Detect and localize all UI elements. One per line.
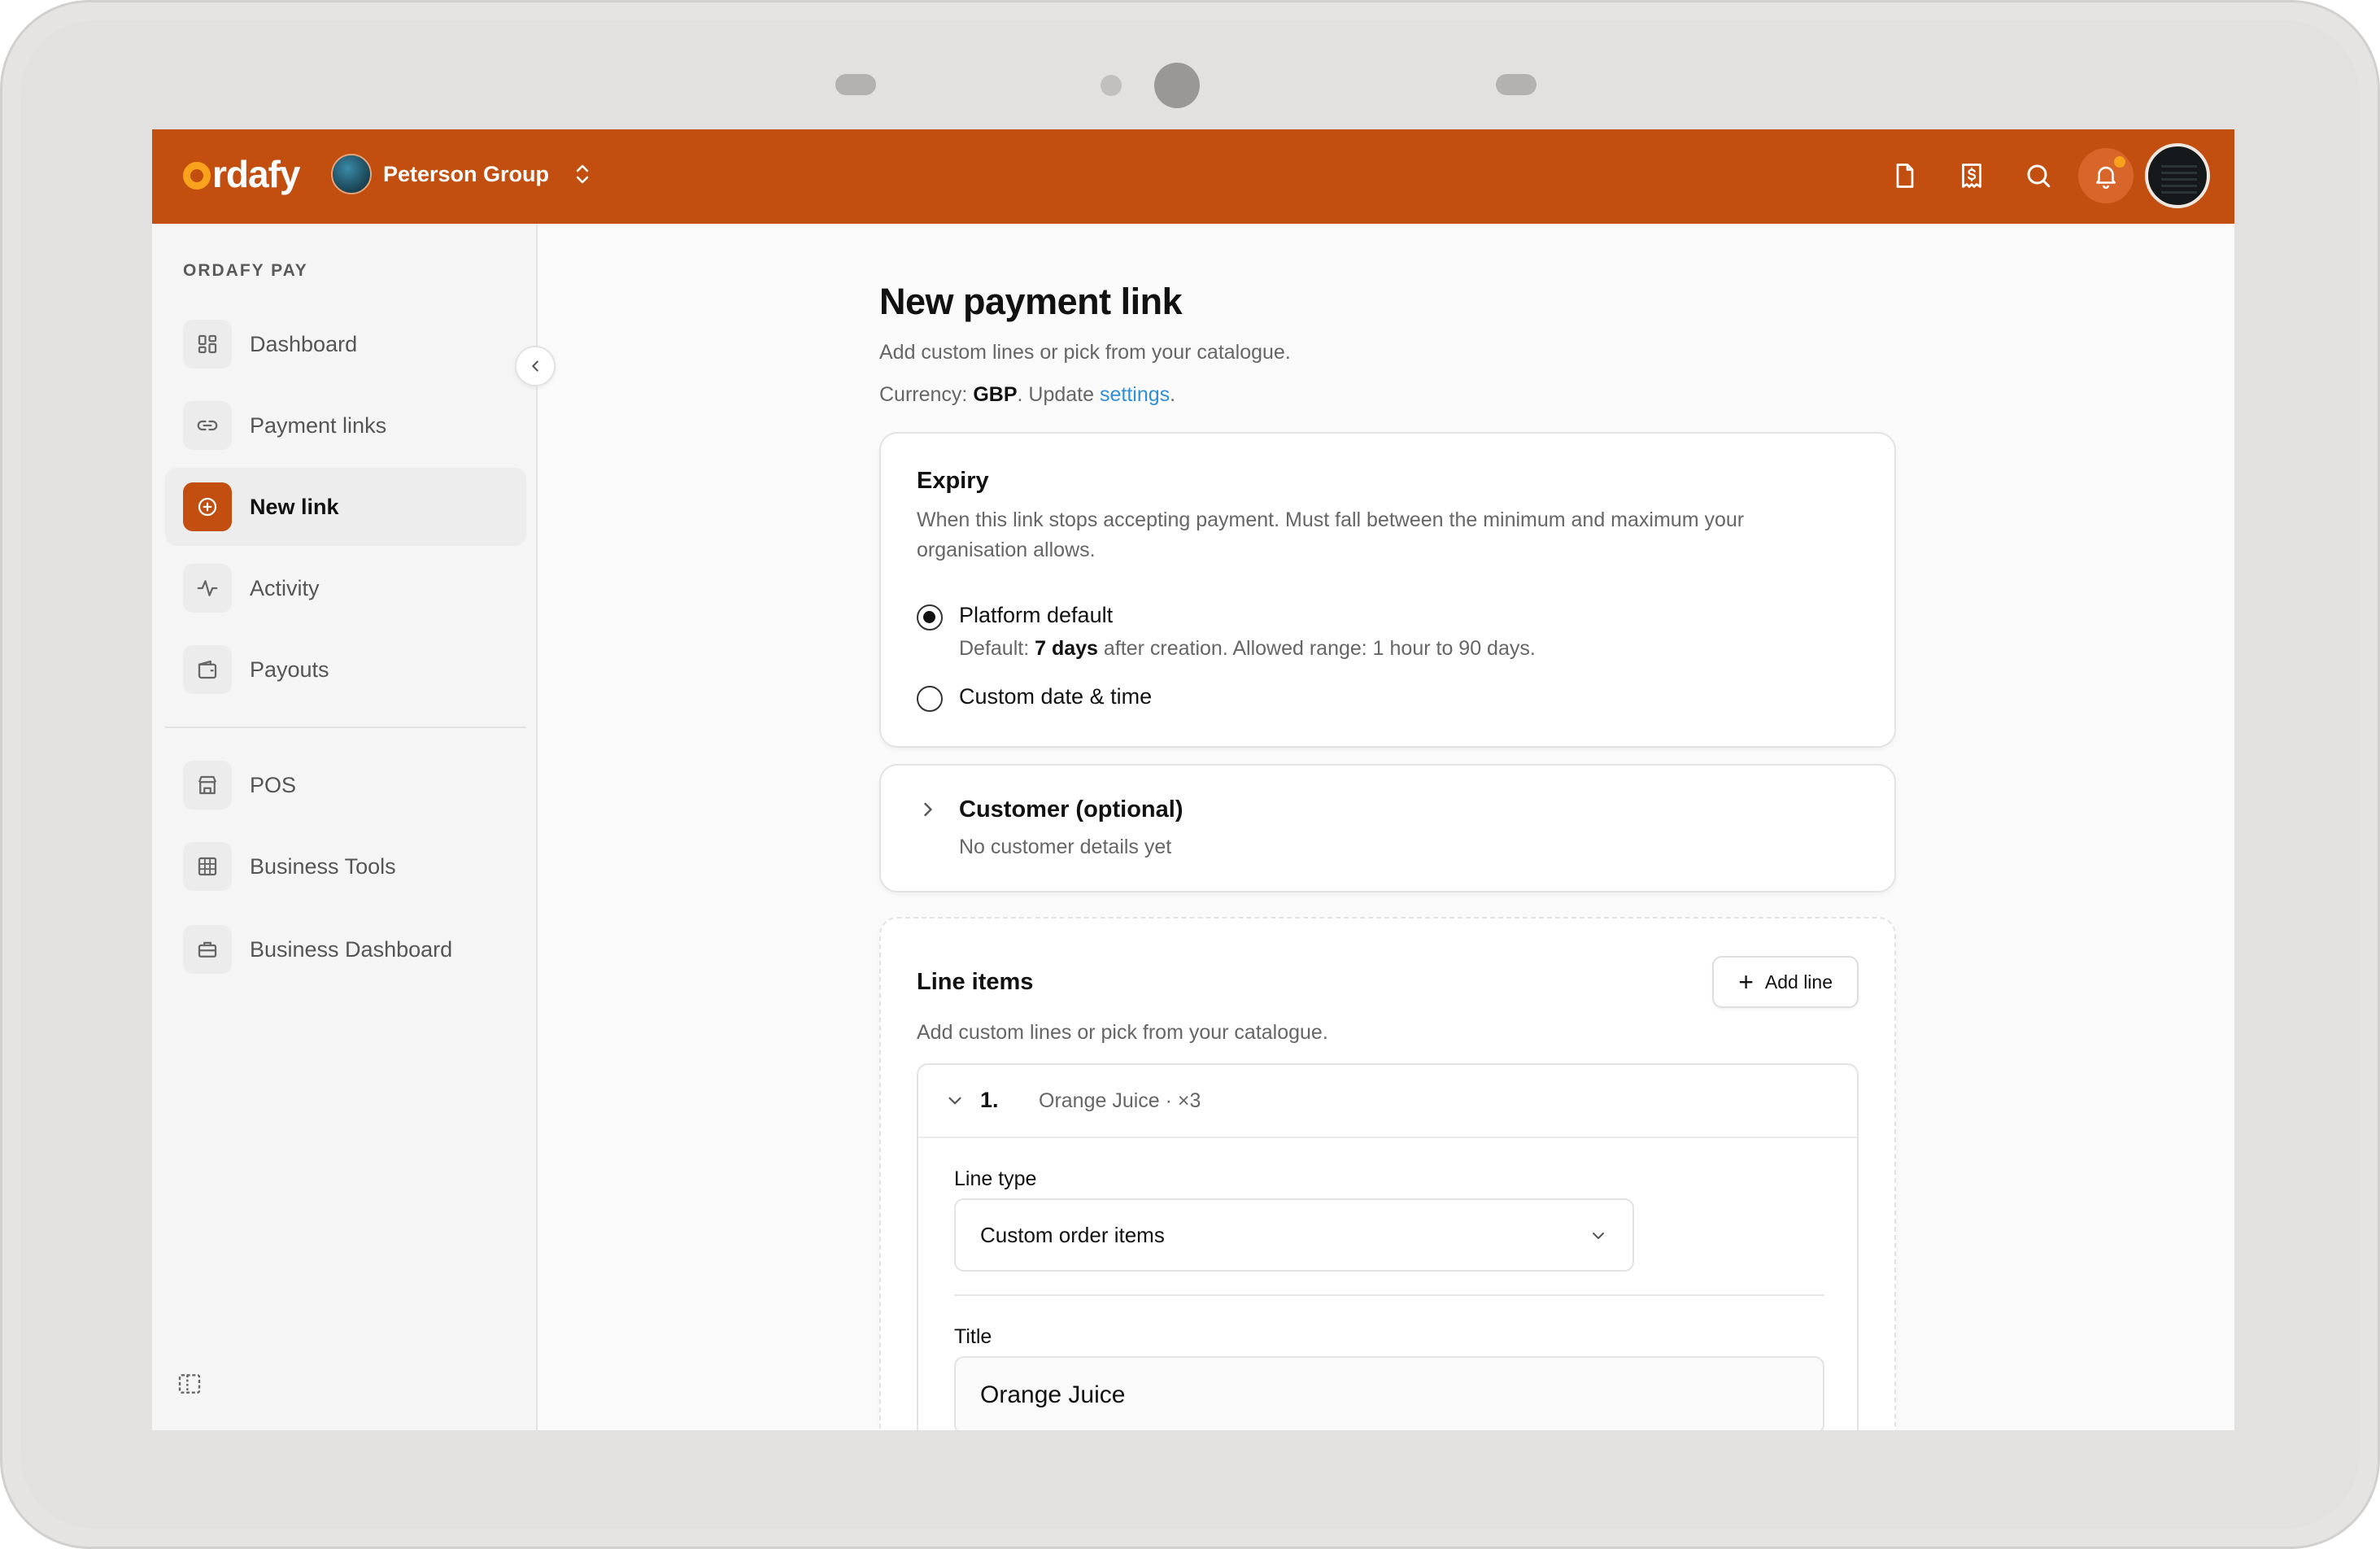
ordafy-logo[interactable]: rdafy xyxy=(183,152,300,196)
sidebar-item-label: Activity xyxy=(250,575,320,600)
front-camera xyxy=(1154,63,1200,108)
sensor-right xyxy=(1496,74,1537,95)
page-subtitle: Add custom lines or pick from your catal… xyxy=(879,341,1291,364)
title-input-value: Orange Juice xyxy=(980,1381,1126,1408)
currency-code: GBP xyxy=(973,383,1018,406)
page-title: New payment link xyxy=(879,281,1183,322)
sidebar-item-activity[interactable]: Activity xyxy=(165,549,526,627)
receipt-icon xyxy=(1962,164,1981,188)
platform-default-label: Platform default xyxy=(959,603,1114,627)
org-switcher[interactable]: Peterson Group xyxy=(331,154,593,194)
sidebar-item-label: Payment links xyxy=(250,412,387,438)
line-items-subtitle: Add custom lines or pick from your catal… xyxy=(917,1021,1328,1044)
expiry-description: When this link stops accepting payment. … xyxy=(917,508,1745,561)
link-icon xyxy=(183,401,232,450)
hint-value: 7 days xyxy=(1035,637,1098,660)
currency-mid: . Update xyxy=(1017,383,1095,406)
line-item: 1. Orange Juice · ×3 Line type Custom or… xyxy=(917,1063,1859,1430)
sidebar-panel-toggle-icon[interactable] xyxy=(177,1371,203,1397)
hint-prefix: Default: xyxy=(959,637,1030,660)
search-button[interactable] xyxy=(2005,142,2072,209)
currency-info: Currency: GBP. Update settings. xyxy=(879,383,1175,407)
sidebar-item-payouts[interactable]: Payouts xyxy=(165,631,526,709)
sidebar-item-dashboard[interactable]: Dashboard xyxy=(165,305,526,383)
sidebar-item-pos[interactable]: POS xyxy=(165,746,526,824)
sidebar-item-label: Business Tools xyxy=(250,853,396,879)
sidebar-item-label: New link xyxy=(250,494,339,519)
receipt-button[interactable] xyxy=(1938,142,2005,209)
notification-dot xyxy=(2114,156,2125,168)
add-line-button[interactable]: + Add line xyxy=(1712,956,1859,1008)
sidebar-item-business-tools[interactable]: Business Tools xyxy=(165,827,526,905)
customer-subtitle: No customer details yet xyxy=(959,836,1172,858)
line-items-title: Line items xyxy=(917,969,1034,995)
customer-title: Customer (optional) xyxy=(959,796,1183,822)
org-name: Peterson Group xyxy=(383,161,550,186)
main-content: New payment link Add custom lines or pic… xyxy=(538,224,2234,1430)
plus-icon: + xyxy=(1738,967,1754,997)
search-icon xyxy=(2027,164,2051,188)
line-type-label: Line type xyxy=(954,1167,1037,1190)
customer-card[interactable]: Customer (optional) No customer details … xyxy=(879,764,1896,892)
plus-circle-icon xyxy=(183,482,232,531)
title-label: Title xyxy=(954,1325,992,1348)
custom-date-label: Custom date & time xyxy=(959,684,1153,709)
logo-text: rdafy xyxy=(212,153,300,195)
user-avatar[interactable] xyxy=(2145,143,2210,208)
store-icon xyxy=(183,761,232,809)
hint-suffix: after creation. Allowed range: 1 hour to… xyxy=(1103,637,1536,660)
currency-end: . xyxy=(1170,383,1176,406)
chevron-down-icon xyxy=(1593,1233,1604,1239)
currency-prefix: Currency: xyxy=(879,383,968,406)
tablet-frame: rdafy Peterson Group ORDAFY PAY Dashboar… xyxy=(0,0,2380,1549)
line-type-select[interactable]: Custom order items xyxy=(954,1198,1634,1272)
chevron-updown-icon xyxy=(576,164,589,184)
radio-platform-default[interactable] xyxy=(917,604,943,631)
line-item-index: 1. xyxy=(980,1088,999,1112)
grid-icon xyxy=(183,842,232,891)
sidebar-item-label: Business Dashboard xyxy=(250,936,453,962)
title-input[interactable]: Orange Juice xyxy=(954,1356,1824,1430)
sidebar-item-business-dashboard[interactable]: Business Dashboard xyxy=(165,910,526,988)
app-screen: rdafy Peterson Group ORDAFY PAY Dashboar… xyxy=(152,129,2234,1430)
logo-mark-icon xyxy=(183,162,211,190)
wallet-icon xyxy=(183,645,232,694)
line-item-header[interactable]: 1. Orange Juice · ×3 xyxy=(918,1065,1857,1138)
line-item-summary: Orange Juice · ×3 xyxy=(1039,1089,1201,1112)
activity-icon xyxy=(183,564,232,613)
sidebar-item-label: POS xyxy=(250,772,297,797)
sidebar-item-new-link[interactable]: New link xyxy=(165,468,526,546)
sensor-dot xyxy=(1101,75,1122,96)
line-type-value: Custom order items xyxy=(980,1222,1165,1247)
dashboard-icon xyxy=(183,320,232,369)
sensor-left xyxy=(835,74,876,95)
add-line-label: Add line xyxy=(1764,971,1833,993)
sidebar-item-payment-links[interactable]: Payment links xyxy=(165,386,526,465)
notifications-button[interactable] xyxy=(2078,148,2134,203)
settings-link[interactable]: settings xyxy=(1100,383,1170,406)
chevron-down-icon xyxy=(948,1097,961,1105)
expiry-card: Expiry When this link stops accepting pa… xyxy=(879,432,1896,748)
top-bar: rdafy Peterson Group xyxy=(152,129,2234,224)
chevron-right-icon xyxy=(924,802,932,817)
org-avatar xyxy=(331,154,372,194)
sidebar-collapse-button[interactable] xyxy=(515,346,556,386)
field-divider xyxy=(954,1294,1824,1296)
sidebar-section-heading: ORDAFY PAY xyxy=(183,261,308,280)
sidebar-item-label: Payouts xyxy=(250,657,329,682)
chevron-left-icon xyxy=(532,360,538,372)
briefcase-icon xyxy=(183,925,232,974)
top-actions xyxy=(1872,142,2210,209)
document-icon xyxy=(1896,164,1914,188)
platform-default-hint: Default: 7 days after creation. Allowed … xyxy=(959,637,1536,661)
sidebar: ORDAFY PAY Dashboard Payment links New l… xyxy=(152,224,538,1430)
line-items-card: Line items + Add line Add custom lines o… xyxy=(879,917,1896,1430)
radio-custom-date[interactable] xyxy=(917,686,943,712)
sidebar-divider xyxy=(165,727,526,728)
sidebar-item-label: Dashboard xyxy=(250,331,358,356)
expiry-title: Expiry xyxy=(917,468,989,494)
document-button[interactable] xyxy=(1872,142,1938,209)
